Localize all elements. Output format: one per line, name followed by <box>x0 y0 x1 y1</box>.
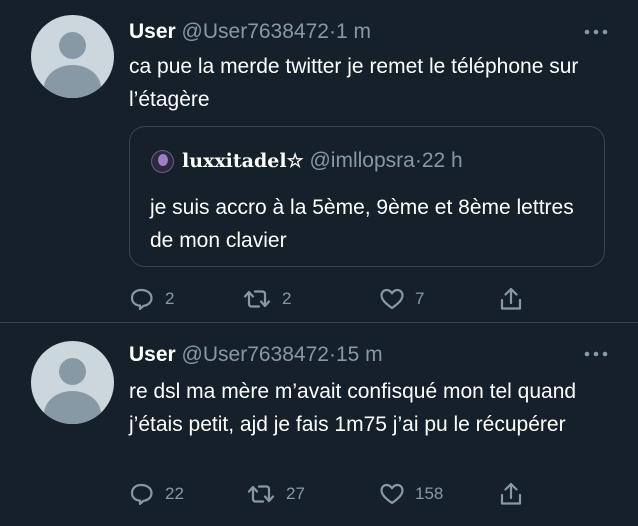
reply-button[interactable]: 2 <box>129 284 174 314</box>
separator-dot: · <box>414 149 422 172</box>
separator-dot: · <box>328 343 336 366</box>
quoted-tweet-text: je suis accro à la 5ème, 9ème et 8ème le… <box>150 196 574 252</box>
reply-bubble-icon <box>130 483 153 506</box>
author-handle[interactable]: @User7638472 <box>182 20 329 43</box>
tweet-time[interactable]: 1 m <box>336 20 371 43</box>
share-upload-icon <box>500 287 522 310</box>
quoted-author-name[interactable]: luxxitadel☆ <box>182 150 304 172</box>
like-count: 7 <box>415 289 425 308</box>
reply-count: 22 <box>165 484 184 503</box>
retweet-arrows-icon <box>243 290 271 308</box>
heart-outline-icon <box>380 288 404 310</box>
avatar-body-shape <box>44 391 101 424</box>
author-name[interactable]: User <box>129 20 176 43</box>
retweet-count: 27 <box>286 484 305 503</box>
more-dots-icon[interactable] <box>584 27 608 37</box>
quoted-tweet[interactable]: luxxitadel☆ @imllopsra·22 h je suis accr… <box>129 126 605 267</box>
avatar-body-shape <box>44 65 101 98</box>
quoted-avatar[interactable] <box>151 150 174 173</box>
tweet-text: ca pue la merde twitter je remet le télé… <box>129 55 579 111</box>
retweet-button[interactable]: 2 <box>242 284 291 314</box>
retweet-count: 2 <box>282 289 292 308</box>
reply-count: 2 <box>165 289 175 308</box>
tweet[interactable]: User @User7638472·1 m ca pue la merde tw… <box>0 0 638 322</box>
retweet-button[interactable]: 27 <box>246 479 305 509</box>
share-button[interactable] <box>499 479 523 509</box>
avatar-head-shape <box>59 358 86 385</box>
quoted-avatar-face-shape <box>158 154 168 166</box>
reply-button[interactable]: 22 <box>129 479 184 509</box>
share-upload-icon <box>500 482 522 505</box>
tweet-header: User @User7638472·1 m <box>129 19 371 45</box>
avatar[interactable] <box>31 341 114 424</box>
tweet-header: User @User7638472·15 m <box>129 342 383 368</box>
author-handle[interactable]: @User7638472 <box>182 343 329 366</box>
quoted-tweet-time[interactable]: 22 h <box>422 149 463 172</box>
like-button[interactable]: 158 <box>379 479 443 509</box>
quoted-tweet-header: luxxitadel☆ @imllopsra·22 h <box>182 148 463 174</box>
tweet-actions: 22 27 158 <box>129 479 529 509</box>
more-dots-icon[interactable] <box>584 349 608 359</box>
author-name[interactable]: User <box>129 343 176 366</box>
avatar[interactable] <box>31 15 114 98</box>
like-count: 158 <box>415 484 444 503</box>
retweet-arrows-icon <box>247 485 275 503</box>
separator-dot: · <box>328 20 336 43</box>
tweet[interactable]: User @User7638472·15 m re dsl ma mère m’… <box>0 323 638 526</box>
tweet-actions: 2 2 7 <box>129 284 529 314</box>
quoted-author-handle[interactable]: @imllopsra <box>309 149 414 172</box>
share-button[interactable] <box>499 284 523 314</box>
heart-outline-icon <box>380 483 404 505</box>
tweet-text: re dsl ma mère m’avait confisqué mon tel… <box>129 380 577 436</box>
like-button[interactable]: 7 <box>379 284 424 314</box>
tweet-time[interactable]: 15 m <box>336 343 383 366</box>
avatar-head-shape <box>59 32 86 59</box>
reply-bubble-icon <box>130 288 153 311</box>
